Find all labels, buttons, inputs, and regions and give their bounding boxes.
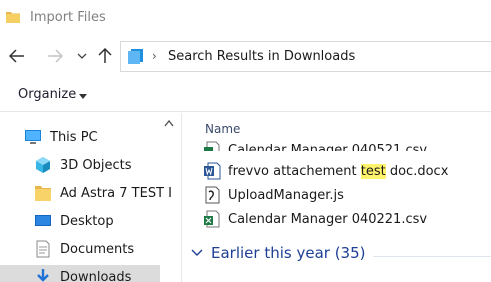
chevron-down-icon bbox=[191, 249, 203, 256]
desktop-icon bbox=[35, 215, 51, 226]
search-highlight: test bbox=[360, 163, 386, 179]
folder-icon bbox=[6, 12, 20, 23]
sidebar-item-label: Documents bbox=[60, 241, 135, 257]
sidebar-item-label: 3D Objects bbox=[60, 157, 132, 173]
arrow-left-icon bbox=[9, 49, 24, 63]
sidebar-item-desktop[interactable]: Desktop bbox=[34, 209, 114, 233]
documents-icon bbox=[36, 240, 50, 258]
sidebar-item-ad-astra[interactable]: Ad Astra 7 TEST I bbox=[34, 181, 172, 205]
sidebar-item-label: Downloads bbox=[60, 269, 132, 282]
pc-icon bbox=[25, 130, 41, 144]
title-bar: Import Files bbox=[0, 0, 491, 36]
excel-csv-icon bbox=[204, 210, 220, 228]
scroll-up-icon[interactable] bbox=[164, 119, 174, 127]
js-script-icon bbox=[205, 186, 220, 204]
file-row[interactable]: UploadManager.js bbox=[203, 183, 344, 207]
downloads-icon bbox=[37, 269, 49, 282]
file-row[interactable]: Calendar Manager 040521.csv bbox=[203, 135, 427, 151]
column-header-name[interactable]: Name bbox=[205, 122, 240, 136]
dropdown-arrow-icon[interactable] bbox=[79, 94, 87, 99]
folder-icon bbox=[35, 186, 51, 201]
chevron-down-icon bbox=[77, 53, 87, 59]
address-path[interactable]: Search Results in Downloads bbox=[168, 49, 355, 64]
recent-locations-button[interactable] bbox=[72, 46, 92, 66]
file-name: frevvo attachement test doc.docx bbox=[228, 163, 449, 179]
sidebar-item-downloads[interactable]: Downloads bbox=[0, 265, 160, 282]
file-name: Calendar Manager 040521.csv bbox=[228, 142, 428, 152]
back-button[interactable] bbox=[7, 46, 27, 66]
word-doc-icon bbox=[204, 162, 221, 180]
address-bar[interactable]: › Search Results in Downloads bbox=[120, 41, 491, 72]
group-label: Earlier this year (35) bbox=[211, 244, 366, 262]
file-list: Name Calendar Manager 040521.csv frevvo … bbox=[183, 113, 491, 282]
sidebar-item-label: Desktop bbox=[60, 213, 114, 229]
sidebar-item-this-pc[interactable]: This PC bbox=[24, 125, 98, 149]
file-name: UploadManager.js bbox=[228, 187, 344, 203]
forward-button[interactable] bbox=[45, 46, 65, 66]
group-header[interactable]: Earlier this year (35) bbox=[191, 244, 366, 262]
arrow-up-icon bbox=[98, 48, 112, 63]
file-row[interactable]: Calendar Manager 040221.csv bbox=[203, 207, 427, 231]
cube-icon bbox=[36, 157, 50, 173]
breadcrumb-chevron-icon[interactable]: › bbox=[152, 49, 157, 63]
sidebar-item-label: Ad Astra 7 TEST I bbox=[60, 185, 172, 201]
organize-button[interactable]: Organize bbox=[18, 87, 76, 102]
navigation-pane: This PC 3D Objects Ad Astra 7 TEST I Des… bbox=[0, 113, 182, 282]
window-title: Import Files bbox=[30, 10, 106, 25]
sidebar-item-documents[interactable]: Documents bbox=[34, 237, 134, 261]
file-row[interactable]: frevvo attachement test doc.docx bbox=[203, 159, 448, 183]
excel-csv-icon bbox=[204, 141, 220, 151]
arrow-right-icon bbox=[48, 49, 63, 63]
group-divider bbox=[373, 256, 491, 257]
sidebar-item-3d-objects[interactable]: 3D Objects bbox=[34, 153, 132, 177]
search-results-icon bbox=[128, 49, 143, 64]
sidebar-item-label: This PC bbox=[50, 129, 98, 145]
file-name: Calendar Manager 040221.csv bbox=[228, 211, 428, 227]
command-bar: Organize bbox=[0, 78, 491, 112]
up-button[interactable] bbox=[95, 46, 115, 66]
